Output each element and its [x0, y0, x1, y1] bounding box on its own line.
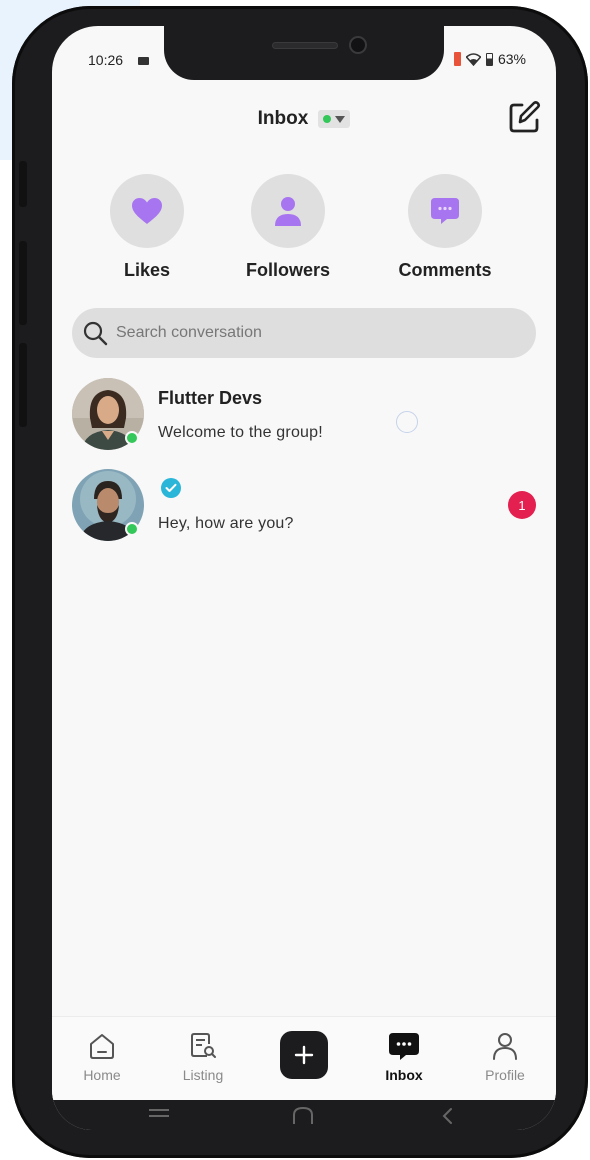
- search-bar: [72, 308, 536, 358]
- home-icon: [90, 1034, 114, 1059]
- front-camera: [349, 36, 367, 54]
- person-icon: [275, 197, 301, 226]
- profile-icon: [493, 1033, 517, 1060]
- status-time: 10:26: [88, 52, 124, 68]
- tab-label: Profile: [485, 1067, 525, 1083]
- app-screen: 10:26 63% Inbox Likes Followers Comments…: [52, 26, 556, 1130]
- likes-shortcut[interactable]: Likes: [82, 174, 212, 281]
- comments-circle: [408, 174, 482, 248]
- likes-circle: [110, 174, 184, 248]
- page-title: Inbox: [257, 108, 309, 129]
- battery-percent: 63%: [497, 51, 526, 67]
- read-status-icon: [396, 411, 418, 433]
- volume-down-button: [19, 343, 27, 427]
- comments-label: Comments: [398, 260, 492, 280]
- online-status-dropdown[interactable]: [318, 110, 351, 128]
- side-button: [19, 161, 27, 207]
- online-status-dot: [125, 431, 139, 445]
- unread-count-badge: 1: [508, 491, 536, 519]
- inbox-icon: [389, 1033, 419, 1060]
- tab-inbox[interactable]: Inbox: [359, 1029, 449, 1083]
- recent-apps-icon[interactable]: [148, 1106, 170, 1120]
- followers-circle: [251, 174, 325, 248]
- conversation-preview: Hey, how are you?: [158, 515, 294, 532]
- search-input[interactable]: [116, 324, 516, 342]
- create-post-button[interactable]: [280, 1031, 328, 1079]
- wifi-icon: [465, 52, 481, 66]
- inbox-icon-wrap: [359, 1029, 449, 1063]
- camera-notch: [164, 26, 444, 80]
- activity-shortcuts: Likes Followers Comments: [52, 174, 556, 284]
- notification-indicator-icon: [453, 52, 461, 66]
- plus-icon: [294, 1045, 314, 1065]
- listing-icon-wrap: [158, 1029, 248, 1063]
- tab-label: Inbox: [385, 1067, 423, 1083]
- likes-label: Likes: [123, 260, 171, 280]
- conversation-item[interactable]: Hey, how are you? 1: [72, 469, 536, 545]
- search-icon: [83, 321, 108, 346]
- comments-shortcut[interactable]: Comments: [380, 174, 510, 281]
- earpiece-speaker: [272, 42, 338, 49]
- system-navigation-bar: [52, 1100, 556, 1130]
- tab-label: Listing: [182, 1067, 224, 1083]
- caret-down-icon: [335, 115, 346, 123]
- back-nav-icon[interactable]: [440, 1106, 454, 1124]
- comment-icon: [431, 198, 459, 224]
- volume-up-button: [19, 241, 27, 325]
- status-indicators: 63%: [453, 51, 526, 67]
- media-status-icon: [138, 57, 149, 65]
- compose-button[interactable]: [506, 100, 542, 136]
- bottom-tab-bar: Home Listing Inbox Profile: [52, 1016, 556, 1100]
- conversation-preview: Welcome to the group!: [158, 424, 323, 441]
- home-nav-icon[interactable]: [292, 1106, 314, 1124]
- battery-icon: [485, 52, 493, 66]
- heart-icon: [132, 198, 162, 224]
- tab-home[interactable]: Home: [57, 1029, 147, 1083]
- verified-badge-icon: [161, 478, 181, 498]
- online-dot: [323, 115, 332, 123]
- profile-icon-wrap: [460, 1029, 550, 1063]
- online-status-dot: [125, 522, 139, 536]
- tab-listing[interactable]: Listing: [158, 1029, 248, 1083]
- followers-label: Followers: [245, 260, 330, 280]
- conversation-item[interactable]: Flutter Devs Welcome to the group!: [72, 378, 536, 454]
- followers-shortcut[interactable]: Followers: [223, 174, 353, 281]
- header: Inbox: [52, 108, 556, 130]
- tab-label: Home: [83, 1067, 121, 1083]
- conversation-name: Flutter Devs: [158, 388, 263, 408]
- home-icon-wrap: [57, 1029, 147, 1063]
- listing-icon: [191, 1033, 216, 1058]
- compose-icon: [509, 101, 541, 133]
- tab-profile[interactable]: Profile: [460, 1029, 550, 1083]
